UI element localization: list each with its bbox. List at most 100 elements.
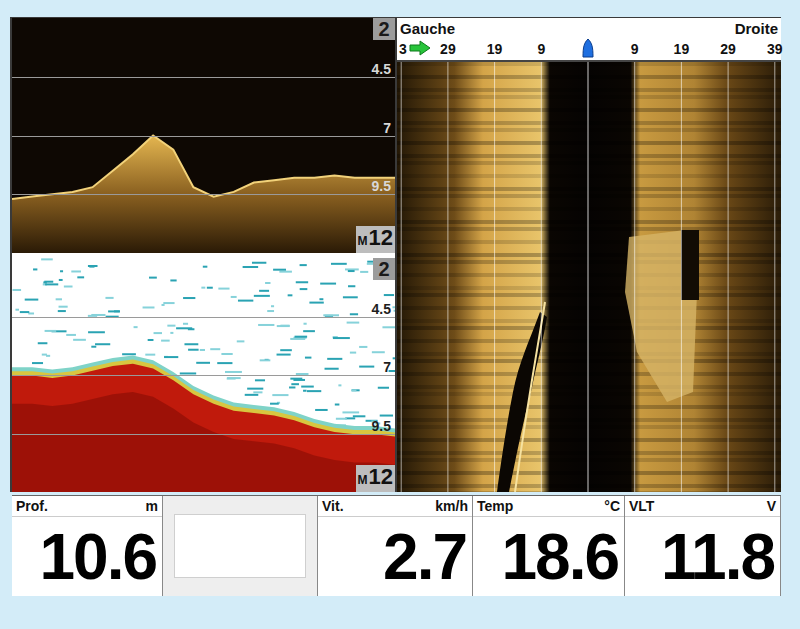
depth-max-label: M12 <box>356 226 395 253</box>
depth-label: 7 <box>383 359 391 375</box>
sonar-noise <box>148 339 154 341</box>
sweep-stripe <box>397 227 781 231</box>
sonar-2d-panel: 4.579.52M12 <box>12 258 395 492</box>
sonar-noise <box>59 306 68 308</box>
sonar-noise <box>91 346 96 348</box>
sonar-noise <box>188 349 199 351</box>
sonar-noise <box>184 343 198 345</box>
sweep-stripe <box>397 359 781 363</box>
sonar-noise <box>359 366 374 368</box>
sonar-noise <box>196 362 210 364</box>
sweep-stripe <box>397 425 781 429</box>
sweep-stripe <box>397 240 781 244</box>
sonar-noise <box>372 351 385 353</box>
sonar-noise <box>343 296 358 298</box>
sonar-noise <box>393 357 395 359</box>
sonar-noise <box>258 324 274 326</box>
sonar-noise <box>350 313 358 315</box>
sonar-noise <box>384 294 394 296</box>
sonar-noise <box>319 298 323 300</box>
sonar-noise <box>225 371 242 373</box>
sonar-noise <box>392 306 395 308</box>
sonar-noise <box>301 386 314 388</box>
sonar-noise <box>227 377 241 379</box>
sweep-stripe <box>397 154 781 158</box>
side-imaging-view <box>397 62 781 492</box>
sonar-noise <box>338 384 341 386</box>
sonar-noise <box>270 403 279 405</box>
sonar-noise <box>325 368 339 370</box>
sonar-noise <box>277 354 291 356</box>
sonar-noise <box>231 296 237 298</box>
sonar-noise <box>167 325 175 327</box>
sonar-noise <box>273 269 286 271</box>
sweep-stripe <box>397 62 781 66</box>
sweep-stripe <box>397 293 781 297</box>
main-area: 4.579.52M124.579.52M12GaucheDroite329199… <box>10 17 781 492</box>
echo-column: 4.579.52M124.579.52M12 <box>12 18 395 492</box>
sonar-noise <box>253 391 262 393</box>
depth-min-label: 2 <box>373 18 395 40</box>
sonar-noise <box>201 287 205 289</box>
sonar-noise <box>203 266 208 268</box>
sonar-noise <box>342 411 359 413</box>
sonar-noise <box>13 289 22 291</box>
left-side-label: Gauche <box>400 20 455 38</box>
readout-label: Temp <box>477 498 513 514</box>
readout-cell: VLTV11.8 <box>625 496 781 596</box>
range-tick: 29 <box>440 41 456 57</box>
sonar-noise <box>38 342 48 344</box>
bottom-return <box>12 136 395 254</box>
sweep-stripe <box>397 418 781 422</box>
sonar-noise <box>327 358 342 360</box>
range-gridline <box>634 62 635 492</box>
sweep-stripe <box>397 451 781 455</box>
readout-label: VLT <box>629 498 654 514</box>
sweep-stripe <box>397 260 781 264</box>
sonar-noise <box>254 295 270 297</box>
sonar-noise <box>210 348 220 350</box>
depth-line: 9.5 <box>12 434 395 435</box>
sweep-stripe <box>397 95 781 99</box>
sonar-noise <box>333 337 350 339</box>
sonar-noise <box>183 323 188 325</box>
sonar-noise <box>300 288 308 290</box>
sweep-stripe <box>397 392 781 396</box>
sonar-noise <box>32 362 43 364</box>
readout-value: 18.6 <box>473 517 624 596</box>
sweep-stripe <box>397 273 781 277</box>
sonar-noise <box>207 287 213 289</box>
range-gridline <box>494 62 495 492</box>
sweep-stripe <box>397 187 781 191</box>
readout-cell: Vit.km/h2.7 <box>318 496 473 596</box>
sonar-noise <box>20 311 29 313</box>
boat-icon <box>582 38 594 58</box>
sonar-noise <box>280 325 289 327</box>
side-imaging-panel: GaucheDroite3291999192939 <box>397 18 781 492</box>
readout-label: Vit. <box>322 498 344 514</box>
sonar-noise <box>221 353 232 355</box>
sonar-noise <box>259 290 269 292</box>
green-arrow-icon[interactable] <box>409 40 431 56</box>
sonar-noise <box>188 328 195 330</box>
sweep-stripe <box>397 128 781 132</box>
sweep-stripe <box>397 161 781 165</box>
sweep-stripe <box>397 174 781 178</box>
sonar-noise <box>271 305 274 307</box>
sweep-stripe <box>397 326 781 330</box>
sonar-noise <box>45 283 58 285</box>
sonar-noise <box>183 297 195 299</box>
sonar-noise <box>291 383 299 385</box>
sonar-noise <box>360 271 368 273</box>
side-imaging-header: GaucheDroite3291999192939 <box>397 18 781 62</box>
sweep-stripe <box>397 458 781 462</box>
readout-header: Temp°C <box>473 496 624 517</box>
sonar-noise <box>44 281 53 283</box>
sonar-noise <box>300 264 307 266</box>
sonar-noise <box>243 266 259 268</box>
sonar-noise <box>307 390 321 392</box>
sonar-noise <box>89 266 94 268</box>
side-labels: GaucheDroite <box>397 18 781 38</box>
right-structure-shadow <box>681 230 699 300</box>
sweep-stripe <box>397 253 781 257</box>
